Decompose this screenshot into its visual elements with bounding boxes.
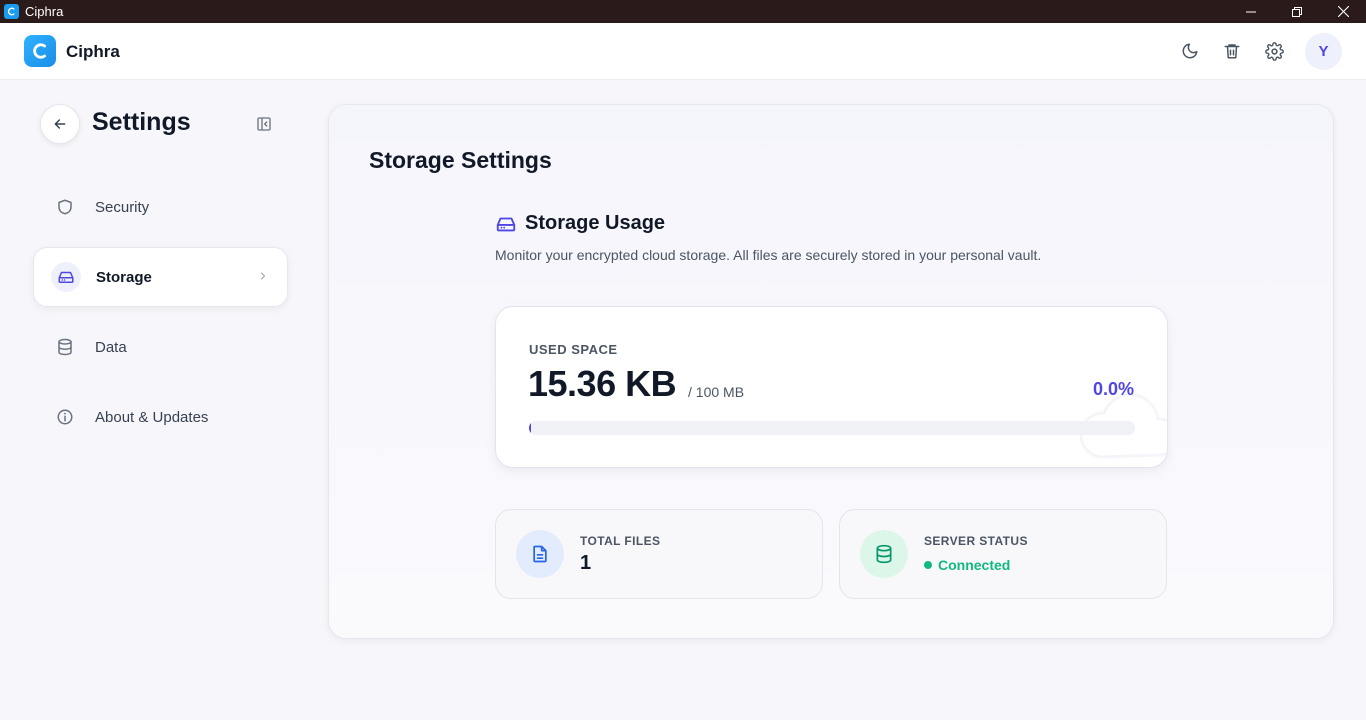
total-files-card: TOTAL FILES 1 xyxy=(495,509,823,599)
page-title: Storage Settings xyxy=(369,147,552,173)
used-space-value: 15.36 KB xyxy=(528,363,677,404)
theme-toggle-button[interactable] xyxy=(1179,40,1201,62)
collapse-sidebar-button[interactable] xyxy=(254,114,274,134)
sidebar-item-label: Storage xyxy=(96,268,152,286)
minimize-icon xyxy=(1246,11,1256,12)
sidebar-item-about[interactable]: About & Updates xyxy=(33,387,288,447)
server-status-card: SERVER STATUS Connected xyxy=(839,509,1167,599)
app-header: Ciphra Y xyxy=(0,23,1366,80)
shield-icon xyxy=(50,192,80,222)
sidebar-item-security[interactable]: Security xyxy=(33,177,288,237)
hard-drive-icon xyxy=(496,217,516,232)
back-button[interactable] xyxy=(40,104,80,144)
sidebar-item-storage[interactable]: Storage xyxy=(33,247,288,307)
storage-total: / 100 MB xyxy=(688,384,745,400)
settings-button[interactable] xyxy=(1263,40,1285,62)
server-status-label: SERVER STATUS xyxy=(924,534,1028,548)
window-titlebar: Ciphra xyxy=(0,0,1366,23)
storage-progress-fill xyxy=(529,421,531,435)
gear-icon xyxy=(1264,41,1284,61)
panel-collapse-icon xyxy=(257,117,271,131)
used-space-card: USED SPACE 15.36 KB / 100 MB 0.0% xyxy=(495,306,1168,468)
ciphra-logo-icon xyxy=(24,35,56,67)
sidebar-item-label: Security xyxy=(95,198,150,216)
section-description: Monitor your encrypted cloud storage. Al… xyxy=(495,247,1042,263)
minimize-button[interactable] xyxy=(1228,0,1274,23)
storage-progress-bar xyxy=(529,421,1135,435)
sidebar-item-data[interactable]: Data xyxy=(33,317,288,377)
database-icon xyxy=(860,530,908,578)
arrow-left-icon xyxy=(54,119,66,129)
database-icon xyxy=(50,332,80,362)
total-files-label: TOTAL FILES xyxy=(580,534,661,548)
server-status-text: Connected xyxy=(938,557,1011,573)
hard-drive-icon xyxy=(51,262,81,292)
storage-settings-panel: Storage Settings Storage Usage Monitor y… xyxy=(328,104,1334,639)
close-icon xyxy=(1337,6,1349,17)
section-title: Storage Usage xyxy=(525,212,666,234)
server-status-value: Connected xyxy=(924,557,1010,573)
sidebar-item-label: About & Updates xyxy=(95,408,209,426)
app-logo-icon xyxy=(4,4,19,19)
brand-name: Ciphra xyxy=(66,42,120,61)
status-dot xyxy=(924,561,932,569)
used-space-label: USED SPACE xyxy=(529,342,618,357)
restore-button[interactable] xyxy=(1274,0,1320,23)
close-button[interactable] xyxy=(1320,0,1366,23)
chevron-right-icon xyxy=(260,272,266,280)
info-icon xyxy=(50,402,80,432)
user-avatar[interactable]: Y xyxy=(1305,33,1342,70)
file-icon xyxy=(516,530,564,578)
total-files-value: 1 xyxy=(580,552,592,574)
sidebar-title: Settings xyxy=(92,108,191,136)
usage-percent: 0.0% xyxy=(1092,379,1134,399)
trash-button[interactable] xyxy=(1221,40,1243,62)
restore-icon xyxy=(1292,6,1302,17)
window-title: Ciphra xyxy=(25,4,64,19)
moon-icon xyxy=(1182,43,1198,59)
sidebar-item-label: Data xyxy=(95,338,127,356)
trash-icon xyxy=(1224,44,1240,59)
